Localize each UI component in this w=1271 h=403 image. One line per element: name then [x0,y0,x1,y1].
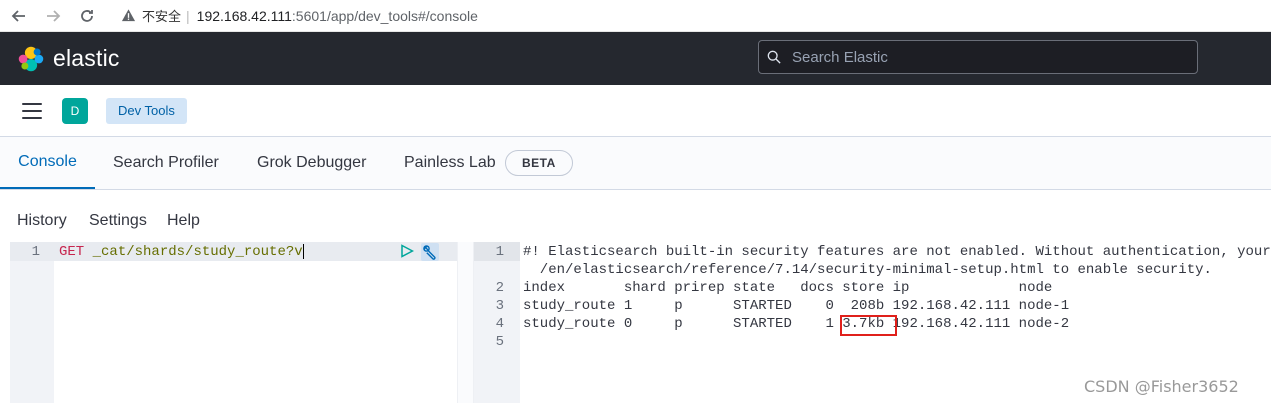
annotation-highlight [840,315,897,336]
tab-console[interactable]: Console [0,137,95,189]
url-path: :5601/app/dev_tools#/console [291,7,478,24]
watermark: CSDN @Fisher3652 [1084,377,1239,396]
response-line-number-1: 1 [495,244,504,260]
request-gutter [10,242,54,403]
panel-resizer[interactable] [457,242,474,403]
beta-badge: BETA [505,150,573,176]
space-avatar[interactable]: D [62,97,88,124]
logo-text: elastic [53,45,120,71]
play-icon[interactable] [400,244,414,258]
request-method: GET [59,244,85,261]
response-line: study_route 1 p STARTED 0 208b 192.168.4… [523,298,1070,314]
breadcrumb-dev-tools[interactable]: Dev Tools [106,97,187,124]
response-line-number-5: 5 [495,334,504,350]
dev-tools-tabs: Console Search Profiler Grok Debugger Pa… [0,137,1271,190]
warning-icon [121,9,136,22]
elastic-logo-icon [18,46,44,71]
response-line-number-3: 3 [495,298,504,314]
response-line-number-2: 2 [495,280,504,296]
search-input[interactable] [792,48,1172,66]
request-line[interactable]: GET _cat/shards/study_route?v [59,244,304,260]
url-separator: | [186,7,190,24]
security-warning[interactable]: 不安全 [121,6,181,25]
url-host: 192.168.42.111 [196,7,292,24]
response-line: /en/elasticsearch/reference/7.14/securit… [523,262,1212,278]
forward-icon[interactable] [41,4,65,28]
console-menu: History Settings Help [0,190,1271,242]
back-icon[interactable] [7,4,31,28]
menu-history[interactable]: History [17,212,67,230]
menu-settings[interactable]: Settings [89,212,147,230]
global-search[interactable] [758,40,1198,74]
reload-icon[interactable] [75,4,99,28]
tab-grok-debugger[interactable]: Grok Debugger [257,137,366,189]
menu-toggle-icon[interactable] [22,102,42,119]
search-icon [767,50,781,64]
response-line: #! Elasticsearch built-in security featu… [523,244,1271,260]
response-line-number-4: 4 [495,316,504,332]
request-editor[interactable] [10,242,457,403]
request-path: _cat/shards/study_route?v [92,244,303,261]
url-field[interactable]: 192.168.42.111:5601/app/dev_tools#/conso… [197,8,478,24]
security-label: 不安全 [142,9,182,24]
tab-search-profiler[interactable]: Search Profiler [113,137,219,189]
elastic-logo[interactable]: elastic [17,45,120,73]
menu-help[interactable]: Help [167,212,200,230]
response-line: index shard prirep state docs store ip n… [523,280,1053,296]
browser-address-bar: 不安全 | 192.168.42.111:5601/app/dev_tools#… [0,0,1271,32]
wrench-icon[interactable] [421,243,439,261]
tab-painless-lab[interactable]: Painless Lab [404,137,496,189]
text-cursor [302,244,304,259]
elastic-header: elastic [0,32,1271,85]
response-line: study_route 0 p STARTED 1 3.7kb 192.168.… [523,316,1070,332]
request-line-number: 1 [31,244,40,260]
app-subheader: D Dev Tools [0,85,1271,137]
